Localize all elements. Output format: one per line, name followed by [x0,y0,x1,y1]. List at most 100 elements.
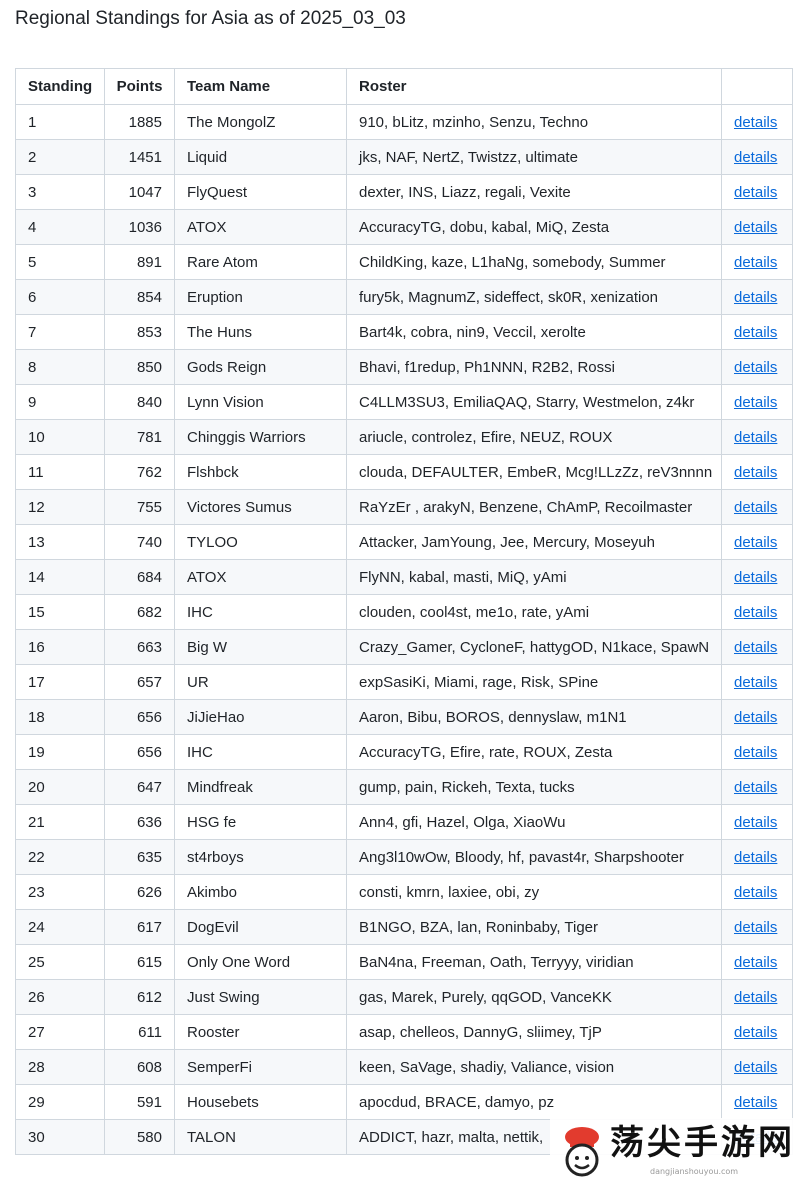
details-link[interactable]: details [734,1024,777,1041]
table-row: 22 635 st4rboys Ang3l10wOw, Bloody, hf, pav… [15,839,793,875]
cell-roster: consti, kmrn, laxiee, obi, zy [346,874,722,910]
cell-team-name: Lynn Vision [174,384,347,420]
cell-roster: expSasiKi, Miami, rage, Risk, SPine [346,664,722,700]
table-row: 25 615 Only One Word BaN4na, Freeman, Oath,… [15,944,793,980]
details-link[interactable]: details [734,464,777,481]
table-row: 1 1885 The MongolZ 910, bLitz, mzinho, Senz… [15,104,793,140]
details-link[interactable]: details [734,989,777,1006]
cell-team-name: Mindfreak [174,769,347,805]
cell-details: details [721,1084,793,1120]
cell-details: details [721,559,793,595]
cell-standing: 30 [15,1119,105,1155]
table-row: 8 850 Gods Reign Bhavi, f1redup, Ph1NNN, R2… [15,349,793,385]
cell-points: 608 [104,1049,175,1085]
cell-team-name: st4rboys [174,839,347,875]
details-link[interactable]: details [734,429,777,446]
header-points: Points [104,68,175,105]
details-link[interactable]: details [734,219,777,236]
header-details [721,68,793,105]
cell-details: details [721,454,793,490]
details-link[interactable]: details [734,149,777,166]
details-link[interactable]: details [734,639,777,656]
cell-points: 657 [104,664,175,700]
details-link[interactable]: details [734,744,777,761]
cell-points: 1036 [104,209,175,245]
details-link[interactable]: details [734,1059,777,1076]
details-link[interactable]: details [734,709,777,726]
cell-team-name: The Huns [174,314,347,350]
table-row: 20 647 Mindfreak gump, pain, Rickeh, Texta,… [15,769,793,805]
cell-roster: gump, pain, Rickeh, Texta, tucks [346,769,722,805]
cell-details: details [721,174,793,210]
details-link[interactable]: details [734,184,777,201]
details-link[interactable]: details [734,674,777,691]
cell-team-name: UR [174,664,347,700]
standings-table: Standing Points Team Name Roster 1 1885 Th… [15,68,793,1155]
cell-details: details [721,1014,793,1050]
details-link[interactable]: details [734,849,777,866]
cell-points: 636 [104,804,175,840]
details-link[interactable]: details [734,254,777,271]
table-row: 4 1036 ATOX AccuracyTG, dobu, kabal, MiQ, Z… [15,209,793,245]
details-link[interactable]: details [734,814,777,831]
details-link[interactable]: details [734,534,777,551]
cell-standing: 8 [15,349,105,385]
cell-details: details [721,909,793,945]
details-link[interactable]: details [734,604,777,621]
cell-roster: B1NGO, BZA, lan, Roninbaby, Tiger [346,909,722,945]
cell-points: 615 [104,944,175,980]
cell-points: 1885 [104,104,175,140]
cell-roster: Ann4, gfi, Hazel, Olga, XiaoWu [346,804,722,840]
cell-details: details [721,594,793,630]
details-link[interactable]: details [734,569,777,586]
cell-team-name: IHC [174,734,347,770]
cell-roster: AccuracyTG, dobu, kabal, MiQ, Zesta [346,209,722,245]
table-row: 11 762 Flshbck clouda, DEFAULTER, EmbeR, Mc… [15,454,793,490]
details-link[interactable]: details [734,114,777,131]
cell-points: 762 [104,454,175,490]
details-link[interactable]: details [734,394,777,411]
cell-points: 591 [104,1084,175,1120]
table-row: 23 626 Akimbo consti, kmrn, laxiee, obi, zy… [15,874,793,910]
details-link[interactable]: details [734,884,777,901]
cell-team-name: Eruption [174,279,347,315]
cell-details: details [721,524,793,560]
table-row: 6 854 Eruption fury5k, MagnumZ, sideffect, … [15,279,793,315]
table-row: 21 636 HSG fe Ann4, gfi, Hazel, Olga, XiaoW… [15,804,793,840]
details-link[interactable]: details [734,289,777,306]
cell-points: 580 [104,1119,175,1155]
cell-roster: ariucle, controlez, Efire, NEUZ, ROUX [346,419,722,455]
cell-team-name: Housebets [174,1084,347,1120]
cell-team-name: Rare Atom [174,244,347,280]
cell-points: 755 [104,489,175,525]
cell-roster: Bhavi, f1redup, Ph1NNN, R2B2, Rossi [346,349,722,385]
table-body: 1 1885 The MongolZ 910, bLitz, mzinho, Senz… [15,104,793,1155]
details-link[interactable]: details [734,919,777,936]
cell-details: details [721,314,793,350]
details-link[interactable]: details [734,954,777,971]
cell-details: details [721,664,793,700]
details-link[interactable]: details [734,1094,777,1111]
header-roster: Roster [346,68,722,105]
table-row: 17 657 UR expSasiKi, Miami, rage, Risk, SPi… [15,664,793,700]
cell-roster: FlyNN, kabal, masti, MiQ, yAmi [346,559,722,595]
cell-standing: 23 [15,874,105,910]
cell-roster: C4LLM3SU3, EmiliaQAQ, Starry, Westmelon,… [346,384,722,420]
details-link[interactable]: details [734,779,777,796]
details-link[interactable]: details [734,499,777,516]
details-link[interactable]: details [734,324,777,341]
cell-standing: 11 [15,454,105,490]
cell-standing: 28 [15,1049,105,1085]
cell-standing: 3 [15,174,105,210]
details-link[interactable]: details [734,359,777,376]
cell-roster: Attacker, JamYoung, Jee, Mercury, Moseyu… [346,524,722,560]
cell-team-name: Akimbo [174,874,347,910]
table-row: 9 840 Lynn Vision C4LLM3SU3, EmiliaQAQ, Sta… [15,384,793,420]
cell-team-name: HSG fe [174,804,347,840]
cell-team-name: SemperFi [174,1049,347,1085]
cell-standing: 29 [15,1084,105,1120]
table-header-row: Standing Points Team Name Roster [15,68,793,105]
cell-team-name: ATOX [174,209,347,245]
cell-points: 656 [104,734,175,770]
cell-standing: 9 [15,384,105,420]
